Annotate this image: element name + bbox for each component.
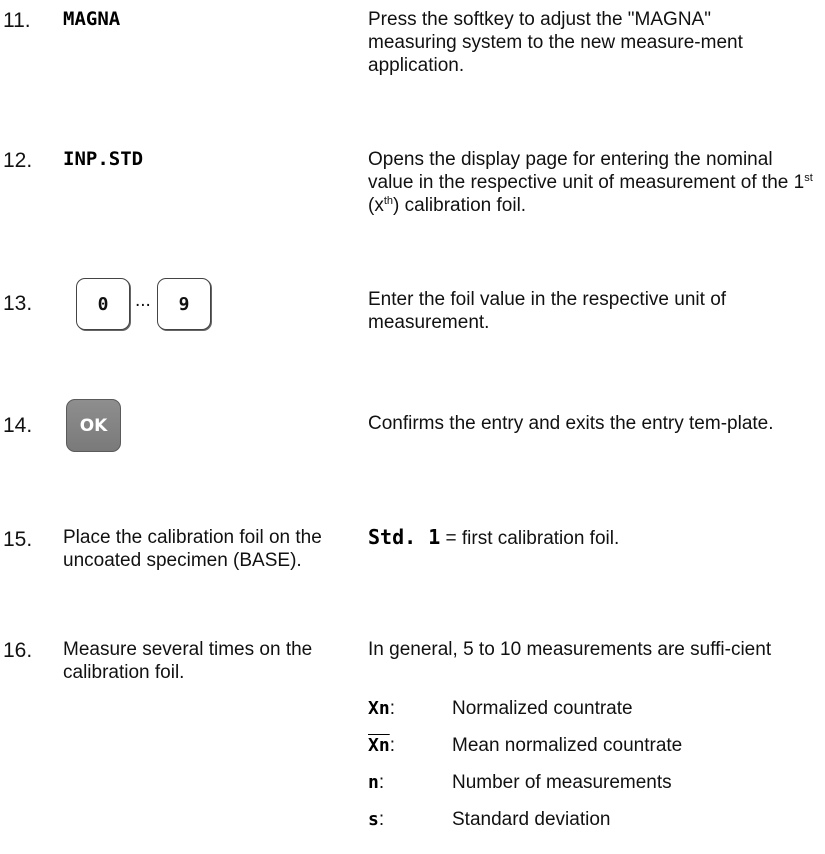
softkey-magna: MAGNA (63, 8, 121, 30)
symbol-meaning: Mean normalized countrate (452, 735, 683, 756)
symbol-row: n: Number of measurements (368, 772, 672, 793)
symbol-s: s (368, 809, 379, 830)
step-number: 16. (3, 639, 33, 662)
ok-key: OK (66, 399, 121, 452)
step-number: 11. (3, 9, 31, 32)
step-number: 12. (3, 149, 33, 172)
symbol-row: s: Standard deviation (368, 809, 611, 830)
symbol-xn: Xn (368, 698, 390, 719)
step-description: Press the softkey to adjust the "MAGNA" … (368, 9, 743, 76)
step-description: In general, 5 to 10 measurements are suf… (368, 639, 772, 660)
symbol-xn-mean: Xn (368, 735, 390, 756)
step-number: 14. (3, 414, 33, 437)
step-number: 15. (3, 528, 33, 551)
ellipsis: ... (135, 290, 151, 311)
softkey-inp-std: INP.STD (63, 148, 144, 170)
digit-9-key: 9 (157, 278, 211, 330)
step-description: Opens the display page for entering the … (368, 149, 813, 216)
step-description: Std. 1 = first calibration foil. (368, 525, 620, 550)
step-description: Enter the foil value in the respective u… (368, 289, 727, 333)
display-std1: Std. 1 (368, 525, 441, 549)
symbol-meaning: Standard deviation (452, 809, 611, 830)
symbol-meaning: Normalized countrate (452, 698, 633, 719)
step-action: Measure several times on the calibration… (63, 639, 313, 683)
symbol-n: n (368, 772, 379, 793)
symbol-row: Xn: Normalized countrate (368, 698, 633, 719)
symbol-meaning: Number of measurements (452, 772, 672, 793)
symbol-row: Xn: Mean normalized countrate (368, 735, 683, 756)
step-number: 13. (3, 292, 33, 315)
digit-0-key: 0 (76, 278, 130, 330)
step-description: Confirms the entry and exits the entry t… (368, 413, 774, 434)
step-action: Place the calibration foil on the uncoat… (63, 527, 322, 571)
